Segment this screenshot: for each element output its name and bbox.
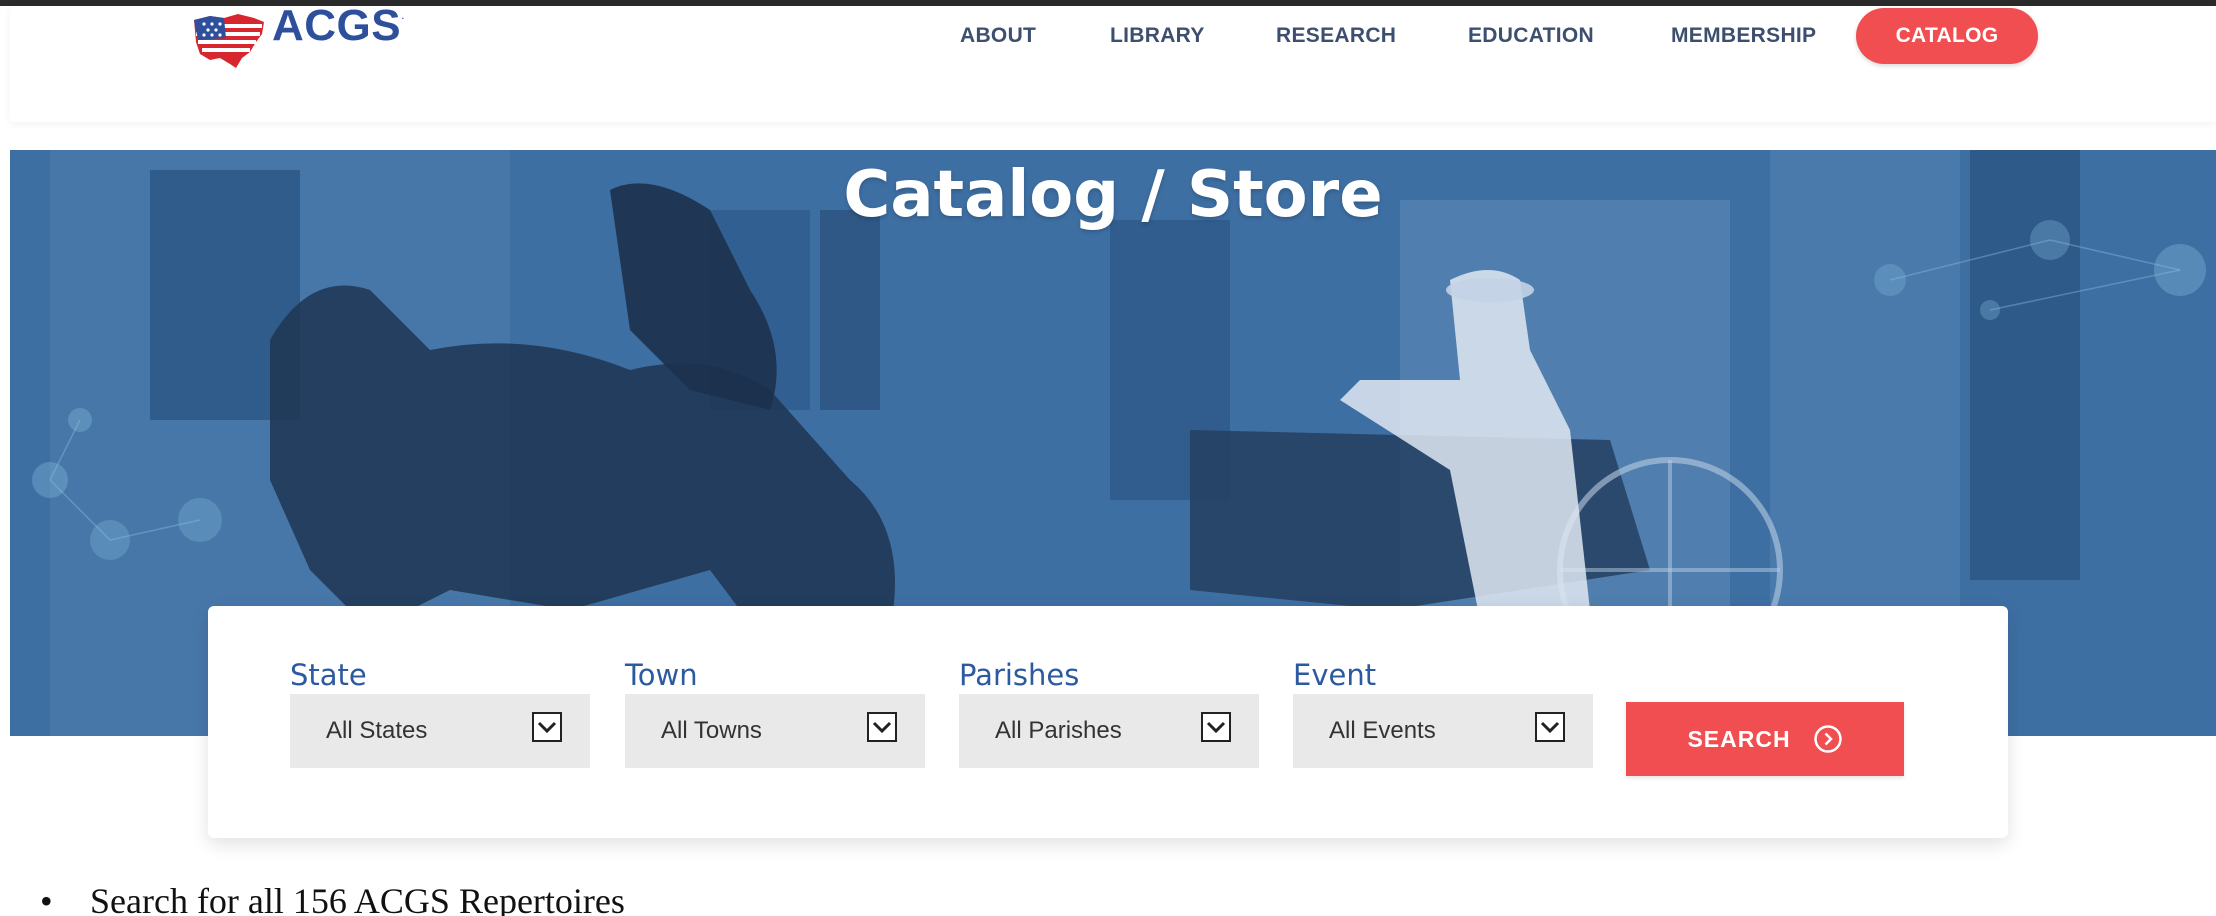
state-select-value: All States <box>326 717 428 744</box>
bullet-marker: • <box>40 881 53 916</box>
state-label: State <box>290 658 367 692</box>
event-filter: Event All Events <box>1293 656 1593 768</box>
parishes-filter: Parishes All Parishes <box>959 656 1259 768</box>
nav-item-about[interactable]: ABOUT <box>960 24 1036 48</box>
main-nav: ABOUT LIBRARY RESEARCH EDUCATION MEMBERS… <box>10 6 2216 76</box>
arrow-circle-right-icon <box>1813 725 1842 753</box>
catalog-search-panel: State All States Town All Towns Parishes… <box>208 606 2008 838</box>
town-label: Town <box>625 658 698 692</box>
note-list-item: • Search for all 156 ACGS Repertoires <box>40 880 625 916</box>
page-title: Catalog / Store <box>843 158 1383 232</box>
chevron-down-icon <box>1201 712 1231 742</box>
nav-item-membership[interactable]: MEMBERSHIP <box>1671 24 1816 48</box>
state-filter: State All States <box>290 656 590 768</box>
nav-item-library[interactable]: LIBRARY <box>1110 24 1205 48</box>
site-header: ACGS . ABOUT LIBRARY RESEARCH EDUCATION … <box>10 4 2216 122</box>
town-filter: Town All Towns <box>625 656 925 768</box>
town-select-value: All Towns <box>661 717 762 744</box>
nav-item-education[interactable]: EDUCATION <box>1468 24 1594 48</box>
search-button[interactable]: SEARCH <box>1626 702 1904 776</box>
parishes-select[interactable]: All Parishes <box>959 694 1259 768</box>
event-label: Event <box>1293 658 1377 692</box>
chevron-down-icon <box>867 712 897 742</box>
search-button-label: SEARCH <box>1687 725 1791 752</box>
parishes-label: Parishes <box>959 658 1080 692</box>
chevron-down-icon <box>1535 712 1565 742</box>
nav-item-catalog[interactable]: CATALOG <box>1856 8 2038 64</box>
event-select[interactable]: All Events <box>1293 694 1593 768</box>
town-select[interactable]: All Towns <box>625 694 925 768</box>
event-select-value: All Events <box>1329 717 1436 744</box>
note-text: Search for all 156 ACGS Repertoires <box>90 881 625 916</box>
chevron-down-icon <box>532 712 562 742</box>
nav-item-research[interactable]: RESEARCH <box>1276 24 1396 48</box>
parishes-select-value: All Parishes <box>995 717 1122 744</box>
state-select[interactable]: All States <box>290 694 590 768</box>
